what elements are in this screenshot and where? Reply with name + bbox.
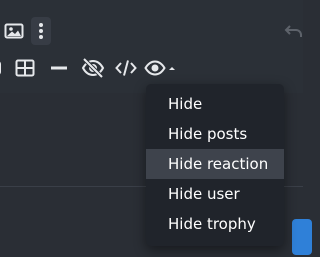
menu-item-hide[interactable]: Hide — [146, 89, 284, 119]
editor-header — [0, 0, 303, 47]
undo-icon — [284, 25, 302, 37]
menu-item-hide-user[interactable]: Hide user — [146, 179, 284, 209]
insert-image-button[interactable] — [0, 19, 27, 43]
menu-item-hide-posts[interactable]: Hide posts — [146, 119, 284, 149]
undo-button[interactable] — [284, 20, 303, 42]
hide-content-button[interactable] — [80, 57, 106, 79]
more-vertical-icon — [39, 23, 43, 39]
hide-icon — [81, 58, 105, 78]
menu-item-hide-trophy[interactable]: Hide trophy — [146, 209, 284, 239]
toolbar-partial-button[interactable] — [0, 57, 4, 79]
hide-options-dropdown-button[interactable] — [144, 57, 178, 79]
horizontal-rule-button[interactable] — [48, 57, 70, 79]
horizontal-rule-icon — [51, 66, 67, 70]
insert-code-button[interactable] — [114, 57, 138, 79]
partial-icon — [0, 62, 1, 74]
eye-dropdown-icon — [144, 60, 175, 76]
editor-root: Hide Hide posts Hide reaction Hide user … — [0, 0, 312, 257]
hide-options-menu: Hide Hide posts Hide reaction Hide user … — [146, 84, 284, 246]
code-icon — [115, 60, 137, 76]
menu-item-hide-reaction[interactable]: Hide reaction — [146, 149, 284, 179]
insert-table-button[interactable] — [13, 57, 37, 79]
submit-button[interactable] — [292, 219, 312, 255]
image-icon — [4, 23, 23, 39]
more-options-button[interactable] — [31, 17, 51, 45]
table-icon — [15, 59, 35, 77]
